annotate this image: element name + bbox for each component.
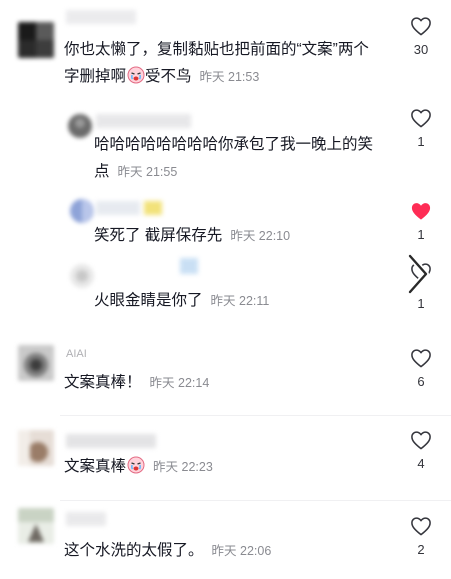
- like-button[interactable]: 6: [409, 348, 433, 389]
- comment-time: 昨天 22:06: [211, 544, 272, 558]
- comment-body: 文案真棒！: [64, 374, 142, 391]
- comment-body: 这个水洗的太假了。: [64, 542, 204, 559]
- avatar[interactable]: [18, 430, 54, 466]
- comment-body-suffix: 受不鸟: [145, 68, 192, 85]
- avatar[interactable]: [70, 199, 94, 223]
- reply-time: 昨天 22:11: [210, 294, 270, 308]
- avatar[interactable]: [18, 508, 54, 544]
- reply-item[interactable]: 哈哈哈哈哈哈哈哈你承包了我一晚上的笑点 昨天 21:55 1: [0, 100, 451, 190]
- like-button[interactable]: 1: [409, 108, 433, 149]
- reply-item[interactable]: 火眼金睛是你了 昨天 22:11 1: [0, 252, 451, 320]
- like-count: 1: [417, 227, 425, 242]
- reply-time: 昨天 22:10: [230, 229, 291, 243]
- comment-text: 文案真棒 昨天 22:23: [64, 453, 379, 481]
- crying-face-emoji-icon: [127, 456, 145, 474]
- like-button[interactable]: 2: [409, 516, 433, 557]
- reply-body: 笑死了 截屏保存先: [94, 227, 223, 244]
- reply-text: 笑死了 截屏保存先 昨天 22:10: [94, 222, 384, 250]
- comment-time: 昨天 22:14: [149, 376, 210, 390]
- like-count: 6: [417, 374, 425, 389]
- like-count: 1: [417, 296, 425, 311]
- username[interactable]: [96, 201, 140, 215]
- reply-body: 火眼金睛是你了: [94, 292, 203, 309]
- reply-text: 火眼金睛是你了 昨天 22:11: [94, 287, 384, 315]
- heart-outline-icon: [411, 431, 431, 450]
- crying-face-emoji-icon: [127, 66, 145, 84]
- reply-time: 昨天 21:55: [117, 165, 178, 179]
- comment-item[interactable]: AIAI 文案真棒！ 昨天 22:14 6: [0, 334, 451, 414]
- comment-item[interactable]: 文案真棒 昨天 22:23 4: [0, 418, 451, 502]
- username-badge: [144, 201, 162, 215]
- like-count: 2: [417, 542, 425, 557]
- heart-outline-icon: [411, 109, 431, 128]
- comment-body: 文案真棒: [64, 458, 127, 475]
- like-button[interactable]: 30: [409, 16, 433, 57]
- like-button[interactable]: 4: [409, 430, 433, 471]
- username[interactable]: [180, 258, 198, 274]
- avatar[interactable]: [18, 345, 54, 381]
- username[interactable]: [66, 434, 156, 448]
- username[interactable]: AIAI: [66, 348, 87, 362]
- heart-filled-icon: [411, 203, 431, 220]
- heart-outline-icon: [411, 517, 431, 536]
- comment-item[interactable]: 这个水洗的太假了。 昨天 22:06 2: [0, 502, 451, 579]
- avatar[interactable]: [18, 22, 54, 58]
- username[interactable]: [96, 114, 191, 128]
- comment-text: 文案真棒！ 昨天 22:14: [64, 369, 379, 397]
- like-count: 30: [413, 42, 429, 57]
- comment-text: 你也太懒了，复制黏贴也把前面的“文案”两个字删掉啊 受不鸟 昨天 21:53: [64, 36, 379, 91]
- reply-item[interactable]: 笑死了 截屏保存先 昨天 22:10 1: [0, 193, 451, 251]
- divider: [60, 415, 451, 416]
- comment-time: 昨天 22:23: [153, 460, 213, 474]
- username[interactable]: [66, 10, 136, 24]
- avatar[interactable]: [68, 114, 92, 138]
- username[interactable]: [66, 512, 106, 526]
- chevron-right-icon[interactable]: [405, 252, 431, 296]
- comment-text: 这个水洗的太假了。 昨天 22:06: [64, 537, 379, 565]
- like-button[interactable]: 1: [409, 201, 433, 242]
- reply-text: 哈哈哈哈哈哈哈哈你承包了我一晚上的笑点 昨天 21:55: [94, 131, 384, 186]
- like-count: 4: [417, 456, 425, 471]
- heart-outline-icon: [411, 17, 431, 36]
- heart-outline-icon: [411, 349, 431, 368]
- like-count: 1: [417, 134, 425, 149]
- comment-time: 昨天 21:53: [199, 70, 260, 84]
- comment-item[interactable]: 你也太懒了，复制黏贴也把前面的“文案”两个字删掉啊 受不鸟 昨天 21:53 30: [0, 0, 451, 95]
- divider: [60, 500, 451, 501]
- avatar[interactable]: [70, 264, 94, 288]
